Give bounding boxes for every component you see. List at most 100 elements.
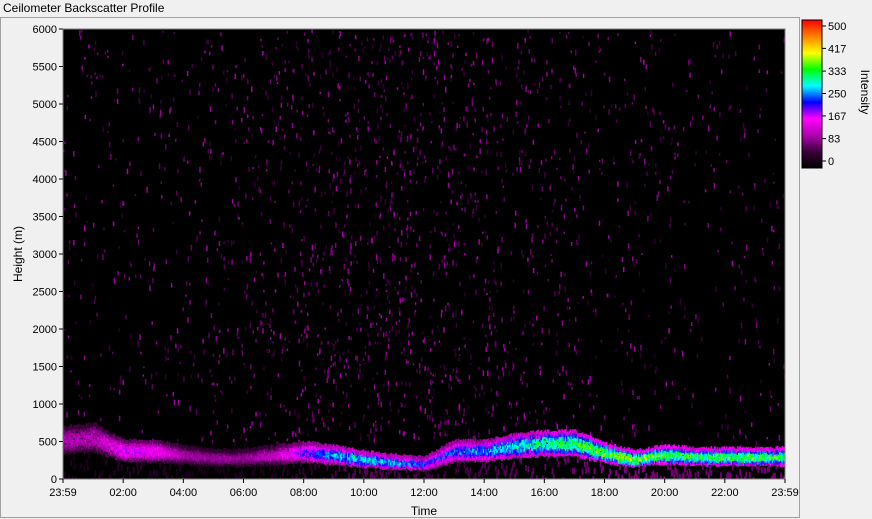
heatmap-cell xyxy=(455,147,457,151)
heatmap-cell xyxy=(432,388,435,392)
heatmap-cell xyxy=(279,333,282,340)
heatmap-cell xyxy=(560,271,562,278)
heatmap-cell xyxy=(87,465,89,472)
heatmap-cell xyxy=(634,140,637,145)
heatmap-cell xyxy=(696,353,699,359)
heatmap-cell xyxy=(360,327,362,332)
heatmap-cell xyxy=(455,420,457,426)
heatmap-cell xyxy=(345,358,348,363)
heatmap-cell xyxy=(410,264,413,268)
heatmap-cell xyxy=(241,222,244,225)
heatmap-cell xyxy=(546,60,548,65)
heatmap-cell xyxy=(345,119,347,123)
heatmap-cell xyxy=(220,152,222,159)
heatmap-cell xyxy=(673,267,676,271)
heatmap-cell xyxy=(83,242,86,247)
heatmap-cell xyxy=(487,118,489,122)
heatmap-cell xyxy=(651,44,653,50)
heatmap-cell xyxy=(226,424,229,429)
heatmap-cell xyxy=(284,67,286,73)
heatmap-cell xyxy=(446,262,448,266)
heatmap-cell xyxy=(128,277,130,281)
heatmap-cell xyxy=(436,40,438,43)
heatmap-cell xyxy=(393,211,395,216)
heatmap-cell xyxy=(727,424,729,430)
heatmap-cell xyxy=(431,41,433,45)
heatmap-cell xyxy=(347,365,350,369)
heatmap-cell xyxy=(545,158,548,162)
heatmap-cell xyxy=(375,139,378,144)
heatmap-cell xyxy=(348,472,350,479)
heatmap-cell xyxy=(707,125,710,132)
heatmap-cell xyxy=(339,31,341,37)
heatmap-cell xyxy=(286,102,289,107)
heatmap-cell xyxy=(348,72,350,79)
heatmap-cell xyxy=(405,381,407,387)
heatmap-cell xyxy=(403,418,405,422)
heatmap-cell xyxy=(665,262,667,269)
heatmap-cell xyxy=(674,156,676,160)
heatmap-cell xyxy=(241,343,243,348)
heatmap-cell xyxy=(719,111,721,118)
heatmap-cell xyxy=(455,263,458,267)
heatmap-cell xyxy=(359,363,361,367)
heatmap-cell xyxy=(309,463,312,470)
heatmap-cell xyxy=(279,476,282,479)
heatmap-cell xyxy=(456,201,458,206)
heatmap-cell xyxy=(400,351,403,354)
heatmap-cell xyxy=(544,172,546,178)
heatmap-cell xyxy=(291,181,294,185)
heatmap-cell xyxy=(223,256,225,261)
heatmap-cell xyxy=(445,211,447,215)
heatmap-cell xyxy=(67,294,70,297)
heatmap-cell xyxy=(193,353,196,360)
heatmap-cell xyxy=(417,156,419,161)
heatmap-cell xyxy=(670,305,672,309)
heatmap-cell xyxy=(541,186,544,192)
heatmap-cell xyxy=(269,324,271,329)
heatmap-cell xyxy=(232,439,235,443)
heatmap-cell xyxy=(713,167,715,172)
heatmap-cell xyxy=(515,421,518,427)
heatmap-cell xyxy=(323,284,326,288)
heatmap-cell xyxy=(366,289,368,295)
heatmap-cell xyxy=(710,164,713,167)
heatmap-cell xyxy=(173,31,176,35)
heatmap-cell xyxy=(772,172,775,176)
heatmap-cell xyxy=(328,265,331,271)
heatmap-cell xyxy=(772,229,775,233)
heatmap-cell xyxy=(515,111,517,118)
heatmap-cell xyxy=(297,48,299,51)
heatmap-cell xyxy=(574,345,576,351)
heatmap-cell xyxy=(176,328,179,334)
heatmap-cell xyxy=(674,33,676,36)
heatmap-cell xyxy=(286,469,289,476)
heatmap-cell xyxy=(449,146,452,151)
heatmap-cell xyxy=(729,388,731,394)
heatmap-cell xyxy=(409,96,412,100)
heatmap-cell xyxy=(100,417,102,422)
heatmap-cell xyxy=(617,327,619,332)
heatmap-cell xyxy=(332,72,334,78)
heatmap-cell xyxy=(233,204,236,207)
heatmap-cell xyxy=(540,328,543,332)
heatmap-cell xyxy=(188,211,191,216)
heatmap-cell xyxy=(267,95,270,100)
heatmap-cell xyxy=(189,472,192,479)
heatmap-cell xyxy=(297,413,300,420)
heatmap-cell xyxy=(639,352,642,358)
heatmap-cell xyxy=(344,224,346,228)
heatmap-cell xyxy=(524,128,526,135)
heatmap-cell xyxy=(598,50,601,54)
heatmap-cell xyxy=(402,86,404,89)
heatmap-cell xyxy=(94,72,97,76)
heatmap-cell xyxy=(551,258,553,263)
heatmap-cell xyxy=(230,240,233,247)
heatmap-cell xyxy=(210,154,213,160)
heatmap-cell xyxy=(760,392,762,397)
heatmap-cell xyxy=(324,327,327,330)
heatmap-cell xyxy=(599,48,602,52)
heatmap-cell xyxy=(296,133,298,139)
heatmap-cell xyxy=(771,225,773,232)
heatmap-cell xyxy=(386,113,388,116)
